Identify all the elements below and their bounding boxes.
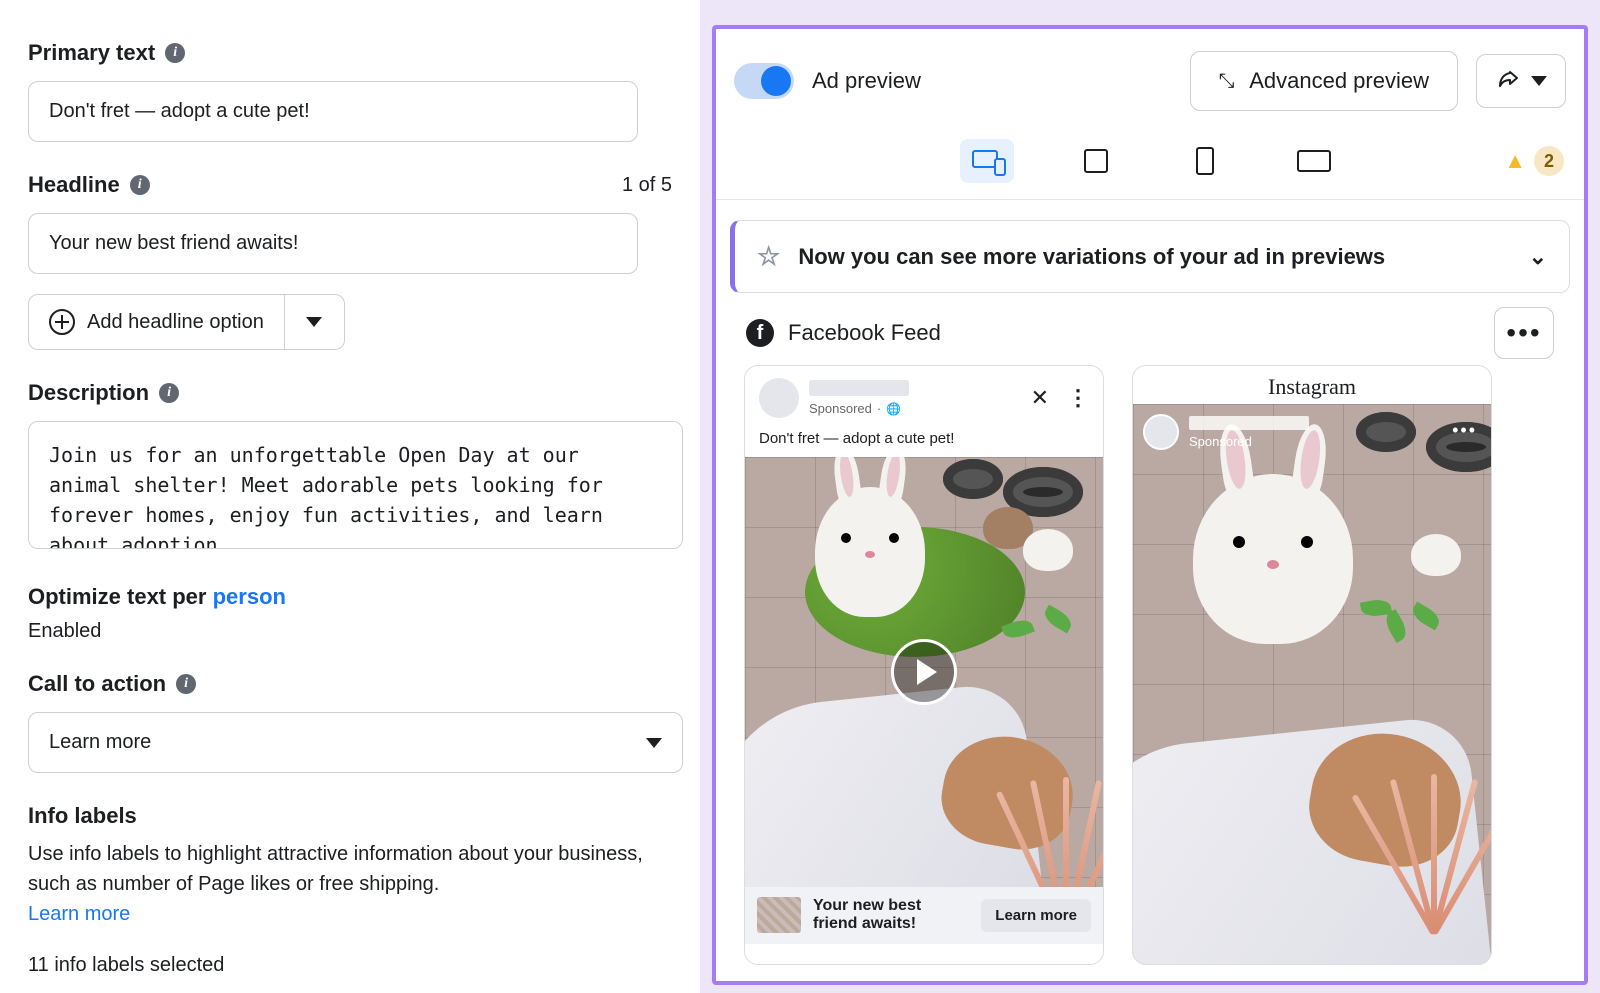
optimize-person-link[interactable]: person	[213, 584, 286, 609]
instagram-preview-card: Instagram Sponsored •••	[1132, 365, 1492, 965]
warning-count: 2	[1534, 146, 1564, 176]
info-labels-selected: 11 info labels selected	[28, 954, 672, 977]
variations-banner[interactable]: ☆ Now you can see more variations of you…	[730, 220, 1570, 293]
info-icon[interactable]: i	[130, 175, 150, 195]
landscape-icon	[1297, 150, 1331, 172]
sponsored-label: Sponsored	[1189, 434, 1309, 449]
avatar	[759, 378, 799, 418]
devices-icon	[972, 150, 1002, 172]
info-icon[interactable]: i	[176, 674, 196, 694]
info-labels-learn-more-link[interactable]: Learn more	[28, 903, 130, 925]
square-icon	[1084, 149, 1108, 173]
primary-text-input[interactable]	[28, 81, 638, 142]
description-input[interactable]: Join us for an unforgettable Open Day at…	[28, 421, 683, 549]
facebook-media[interactable]	[745, 457, 1103, 887]
portrait-icon	[1196, 147, 1214, 175]
device-selector: ▲ 2	[716, 129, 1584, 200]
chevron-down-icon	[1531, 76, 1547, 86]
instagram-media[interactable]: Sponsored •••	[1133, 404, 1491, 964]
optimize-text-label: Optimize text per person	[28, 584, 672, 610]
ad-creative-form: Primary text i Headline i 1 of 5 Add hea…	[0, 0, 700, 993]
headline-input[interactable]	[28, 213, 638, 274]
play-icon	[891, 639, 957, 705]
warning-icon: ▲	[1504, 148, 1526, 174]
cta-select[interactable]: Learn more	[28, 712, 683, 773]
plus-icon	[49, 309, 75, 335]
star-icon: ☆	[757, 241, 780, 272]
ad-preview-toggle[interactable]	[734, 63, 794, 99]
info-labels-title: Info labels	[28, 803, 672, 829]
device-square-button[interactable]	[1069, 139, 1123, 183]
card-cta-button[interactable]: Learn more	[981, 899, 1091, 932]
chevron-down-icon	[306, 317, 322, 327]
avatar	[1143, 414, 1179, 450]
close-icon[interactable]: ✕	[1031, 385, 1049, 411]
banner-text: Now you can see more variations of your …	[798, 244, 1385, 270]
share-icon	[1495, 69, 1521, 93]
card-headline: Your new best friend awaits!	[813, 897, 969, 934]
description-label: Description i	[28, 380, 672, 406]
facebook-icon: f	[746, 319, 774, 347]
sponsored-label: Sponsored · 🌐	[809, 401, 1021, 416]
instagram-logo: Instagram	[1133, 366, 1491, 404]
chevron-down-icon	[646, 738, 662, 748]
headline-label: Headline i	[28, 172, 150, 198]
primary-text-label: Primary text i	[28, 40, 672, 66]
advanced-preview-button[interactable]: ⤢ Advanced preview	[1190, 51, 1458, 111]
expand-icon: ⤢	[1219, 70, 1235, 93]
facebook-preview-card: Sponsored · 🌐 ✕ ⋮ Don't fret — adopt a c…	[744, 365, 1104, 965]
card-primary-text: Don't fret — adopt a cute pet!	[745, 424, 1103, 457]
dots-icon: •••	[1506, 317, 1541, 349]
ad-preview-label: Ad preview	[812, 68, 1172, 94]
headline-count: 1 of 5	[622, 174, 672, 197]
info-labels-desc: Use info labels to highlight attractive …	[28, 839, 668, 899]
chevron-down-icon[interactable]: ⌄	[1529, 244, 1547, 270]
share-button[interactable]	[1476, 54, 1566, 108]
add-headline-dropdown[interactable]	[285, 294, 345, 350]
thumbnail	[757, 897, 801, 933]
page-name-placeholder	[809, 380, 909, 396]
feed-label: Facebook Feed	[788, 320, 941, 346]
more-icon[interactable]: •••	[1452, 420, 1477, 441]
more-icon[interactable]: ⋮	[1067, 385, 1089, 411]
warning-badge[interactable]: ▲ 2	[1504, 146, 1564, 176]
info-icon[interactable]: i	[159, 383, 179, 403]
device-portrait-button[interactable]	[1178, 139, 1232, 183]
cta-label: Call to action i	[28, 671, 672, 697]
add-headline-option-button[interactable]: Add headline option	[28, 294, 285, 350]
info-icon[interactable]: i	[165, 43, 185, 63]
device-all-button[interactable]	[960, 139, 1014, 183]
device-landscape-button[interactable]	[1287, 139, 1341, 183]
preview-frame: Ad preview ⤢ Advanced preview	[712, 25, 1588, 985]
preview-panel: Ad preview ⤢ Advanced preview	[700, 0, 1600, 993]
feed-more-button[interactable]: •••	[1494, 307, 1554, 359]
globe-icon: 🌐	[886, 402, 901, 416]
optimize-status: Enabled	[28, 620, 672, 643]
page-name-placeholder	[1189, 416, 1309, 430]
